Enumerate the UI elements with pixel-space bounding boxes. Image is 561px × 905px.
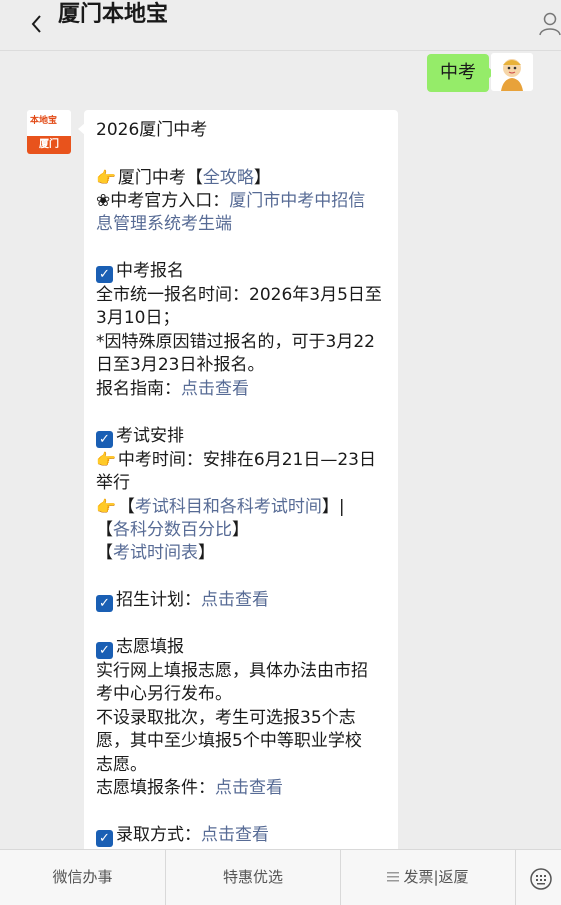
- section-volunteer: ✓ 志愿填报: [96, 636, 388, 660]
- vol-cond: 志愿填报条件：点击查看: [96, 778, 283, 798]
- checkbox-icon: ✓: [96, 642, 113, 659]
- user-avatar[interactable]: [491, 53, 533, 91]
- section-exam: ✓ 考试安排: [96, 425, 388, 449]
- checkbox-icon: ✓: [96, 266, 113, 283]
- official-link-cont[interactable]: 息管理系统考生端: [96, 214, 232, 234]
- checkbox-icon: ✓: [96, 595, 113, 612]
- menu-wechat-service[interactable]: 微信办事: [0, 850, 165, 905]
- official-line: ❀中考官方入口：厦门市中考中招信: [96, 190, 366, 211]
- top-bar: 厦门本地宝: [0, 0, 561, 51]
- bot-message-bubble: 2026厦门中考 👉 厦门中考【全攻略】 ❀中考官方入口：厦门市中考中招信 息管理…: [84, 110, 398, 870]
- signup-guide: 报名指南：点击查看: [96, 378, 249, 399]
- checkbox-icon: ✓: [96, 830, 113, 847]
- bottom-menu: 微信办事 特惠优选 发票|返厦: [0, 849, 561, 905]
- checkbox-icon: ✓: [96, 430, 113, 448]
- pointing-hand-icon: 👉: [96, 497, 116, 516]
- bot-avatar[interactable]: 本地宝 厦门: [27, 110, 71, 154]
- section-enroll: ✓ 招生计划：点击查看: [96, 589, 388, 613]
- exam-subjects-link[interactable]: 考试科目和各科考试时间: [135, 497, 322, 517]
- menu-special-offers[interactable]: 特惠优选: [166, 850, 340, 905]
- vol-cond-link[interactable]: 点击查看: [215, 778, 283, 798]
- menu-invoice[interactable]: 发票|返厦: [341, 850, 515, 905]
- guide-link[interactable]: 全攻略: [203, 168, 254, 188]
- message-content: 2026厦门中考 👉 厦门中考【全攻略】 ❀中考官方入口：厦门市中考中招信 息管理…: [96, 119, 388, 848]
- page-title: 厦门本地宝: [58, 2, 169, 27]
- official-link[interactable]: 厦门市中考中招信: [229, 191, 365, 211]
- score-percent-link[interactable]: 各科分数百分比: [113, 520, 232, 540]
- menu-lines-icon: [387, 872, 400, 882]
- logo-city: 厦门: [27, 136, 71, 154]
- chevron-left-icon[interactable]: [26, 10, 48, 38]
- keyboard-icon[interactable]: [530, 868, 552, 890]
- signup-guide-link[interactable]: 点击查看: [181, 379, 249, 399]
- pointing-hand-icon: 👉: [96, 450, 116, 469]
- section-signup: ✓ 中考报名: [96, 260, 388, 284]
- pointing-hand-icon: 👉: [96, 168, 116, 187]
- user-icon[interactable]: [535, 10, 561, 36]
- enroll-link[interactable]: 点击查看: [201, 590, 269, 610]
- exam-schedule-link[interactable]: 考试时间表: [113, 543, 198, 563]
- admit-link[interactable]: 点击查看: [201, 825, 269, 845]
- guide-line: 👉 厦门中考【全攻略】: [96, 168, 271, 188]
- user-message-text: 中考: [440, 62, 476, 83]
- logo-brand: 本地宝: [30, 116, 58, 126]
- user-message-bubble: 中考: [427, 54, 495, 92]
- cartoon-avatar-icon: [491, 53, 533, 91]
- section-admit: ✓ 录取方式：点击查看: [96, 824, 388, 848]
- message-title: 2026厦门中考: [96, 120, 208, 140]
